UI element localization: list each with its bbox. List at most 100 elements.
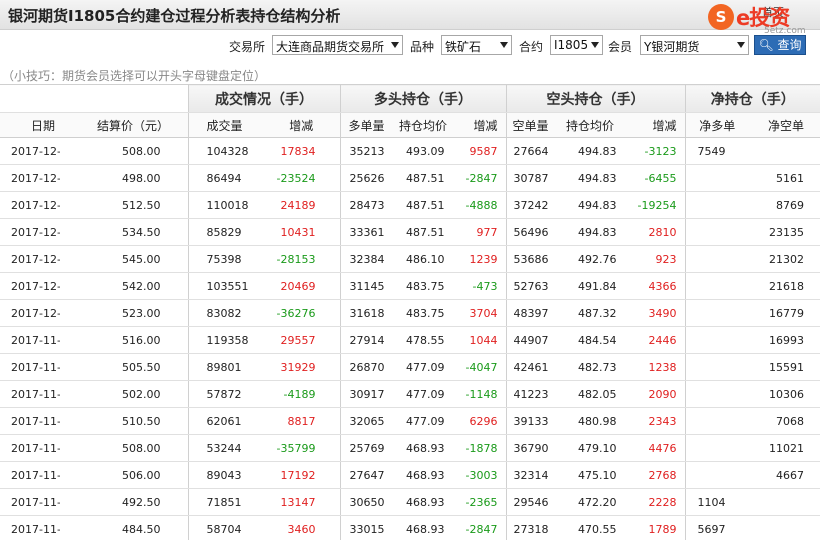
- col-short-change-cell: 1789: [625, 515, 685, 540]
- col-long-change-cell: 6296: [454, 407, 506, 435]
- col-short-change-header: 增减: [625, 112, 685, 138]
- col-net-long-cell: [684, 218, 749, 246]
- col-long-avg-cell: 483.75: [392, 299, 454, 327]
- table-row: 2017-11-27510.5062061881732065477.096296…: [0, 407, 820, 435]
- col-net-short-cell: 10306: [749, 380, 820, 408]
- col-long-change-cell: -4047: [454, 353, 506, 381]
- col-short-avg-cell: 479.10: [559, 434, 625, 462]
- table-row: 2017-11-29505.50898013192926870477.09-40…: [0, 353, 820, 381]
- col-settle-cell: 510.50: [60, 407, 188, 435]
- col-short-qty-cell: 37242: [505, 191, 559, 219]
- site-logo[interactable]: S e投资 5etz.com: [708, 2, 818, 36]
- col-volume-cell: 104328: [187, 137, 263, 165]
- table-row: 2017-11-21484.5058704346033015468.93-284…: [0, 515, 820, 540]
- col-short-change-cell: 4476: [625, 434, 685, 462]
- col-short-avg-cell: 470.55: [559, 515, 625, 540]
- col-long-qty-cell: 33015: [339, 515, 392, 540]
- col-long-avg-cell: 487.51: [392, 218, 454, 246]
- col-net-short-header: 净空单: [749, 112, 820, 138]
- col-volume-change-cell: 20469: [263, 272, 340, 300]
- col-volume-cell: 57872: [187, 380, 263, 408]
- col-long-change-cell: 3704: [454, 299, 506, 327]
- col-settle-cell: 534.50: [60, 218, 188, 246]
- member-select[interactable]: Y银河期货: [640, 35, 749, 55]
- group-header-short: 空头持仓（手）: [505, 84, 685, 113]
- col-date-cell: 2017-12-06: [0, 218, 60, 246]
- col-long-avg-header: 持仓均价: [392, 112, 454, 138]
- product-label: 品种: [410, 40, 435, 54]
- col-net-short-cell: [749, 488, 820, 516]
- col-long-qty-cell: 25769: [339, 434, 392, 462]
- table-row: 2017-12-05545.0075398-2815332384486.1012…: [0, 245, 820, 273]
- col-long-avg-cell: 468.93: [392, 515, 454, 540]
- col-date-cell: 2017-12-04: [0, 272, 60, 300]
- col-net-short-cell: 21302: [749, 245, 820, 273]
- exchange-select-value: 大连商品期货交易所: [276, 40, 385, 54]
- col-long-change-cell: 9587: [454, 137, 506, 165]
- col-long-qty-cell: 28473: [339, 191, 392, 219]
- col-long-qty-cell: 32384: [339, 245, 392, 273]
- col-short-avg-cell: 480.98: [559, 407, 625, 435]
- col-short-avg-cell: 475.10: [559, 461, 625, 489]
- query-button[interactable]: 🔍︎ 查询: [754, 35, 806, 55]
- col-long-change-cell: -4888: [454, 191, 506, 219]
- col-short-avg-cell: 494.83: [559, 218, 625, 246]
- col-settle-cell: 508.00: [60, 434, 188, 462]
- col-net-long-cell: [684, 461, 749, 489]
- col-short-qty-cell: 39133: [505, 407, 559, 435]
- col-volume-cell: 83082: [187, 299, 263, 327]
- group-header-net: 净持仓（手）: [684, 84, 820, 113]
- col-short-change-cell: 2768: [625, 461, 685, 489]
- table-row: 2017-12-11508.001043281783435213493.0995…: [0, 137, 820, 165]
- col-net-short-cell: 11021: [749, 434, 820, 462]
- col-net-long-cell: 5697: [684, 515, 749, 540]
- search-icon: 🔍︎: [758, 38, 774, 52]
- col-volume-change-cell: -23524: [263, 164, 340, 192]
- col-long-qty-cell: 26870: [339, 353, 392, 381]
- col-volume-cell: 62061: [187, 407, 263, 435]
- col-volume-change-cell: 13147: [263, 488, 340, 516]
- col-long-avg-cell: 487.51: [392, 164, 454, 192]
- filter-bar: 交易所 大连商品期货交易所 品种 铁矿石 合约 I1805 会员 Y银河期货: [0, 34, 820, 56]
- col-volume-change-cell: 10431: [263, 218, 340, 246]
- col-settle-cell: 492.50: [60, 488, 188, 516]
- col-net-long-header: 净多单: [684, 112, 749, 138]
- col-date-cell: 2017-11-27: [0, 407, 60, 435]
- col-volume-change-cell: 8817: [263, 407, 340, 435]
- col-long-avg-cell: 477.09: [392, 380, 454, 408]
- exchange-select[interactable]: 大连商品期货交易所: [272, 35, 403, 55]
- col-short-qty-cell: 56496: [505, 218, 559, 246]
- col-volume-cell: 119358: [187, 326, 263, 354]
- chevron-down-icon: [591, 42, 599, 48]
- col-short-qty-cell: 36790: [505, 434, 559, 462]
- logo-mark-icon: S: [708, 4, 734, 30]
- table-row: 2017-12-04542.001035512046931145483.75-4…: [0, 272, 820, 300]
- col-settle-cell: 523.00: [60, 299, 188, 327]
- col-volume-cell: 89043: [187, 461, 263, 489]
- col-long-avg-cell: 483.75: [392, 272, 454, 300]
- col-net-short-cell: 4667: [749, 461, 820, 489]
- contract-label: 合约: [519, 40, 544, 54]
- table-row: 2017-11-30516.001193582955727914478.5510…: [0, 326, 820, 354]
- col-settle-cell: 508.00: [60, 137, 188, 165]
- col-short-avg-cell: 492.76: [559, 245, 625, 273]
- col-date-cell: 2017-11-24: [0, 434, 60, 462]
- group-header-long: 多头持仓（手）: [339, 84, 506, 113]
- table-row: 2017-12-08498.0086494-2352425626487.51-2…: [0, 164, 820, 192]
- col-short-qty-cell: 27318: [505, 515, 559, 540]
- chevron-down-icon: [391, 42, 399, 48]
- contract-select[interactable]: I1805: [550, 35, 603, 55]
- col-volume-cell: 103551: [187, 272, 263, 300]
- col-settle-header: 结算价（元）: [60, 112, 188, 138]
- position-table: 成交情况（手） 多头持仓（手） 空头持仓（手） 净持仓（手） 日期 结算价（元）成…: [0, 84, 820, 540]
- col-long-change-cell: 977: [454, 218, 506, 246]
- col-volume-cell: 110018: [187, 191, 263, 219]
- col-long-avg-cell: 487.51: [392, 191, 454, 219]
- group-header-row: 成交情况（手） 多头持仓（手） 空头持仓（手） 净持仓（手）: [0, 84, 820, 113]
- col-long-change-cell: 1239: [454, 245, 506, 273]
- product-select[interactable]: 铁矿石: [441, 35, 512, 55]
- col-net-long-cell: 7549: [684, 137, 749, 165]
- table-row: 2017-12-01523.0083082-3627631618483.7537…: [0, 299, 820, 327]
- col-long-avg-cell: 468.93: [392, 461, 454, 489]
- product-select-value: 铁矿石: [445, 40, 482, 54]
